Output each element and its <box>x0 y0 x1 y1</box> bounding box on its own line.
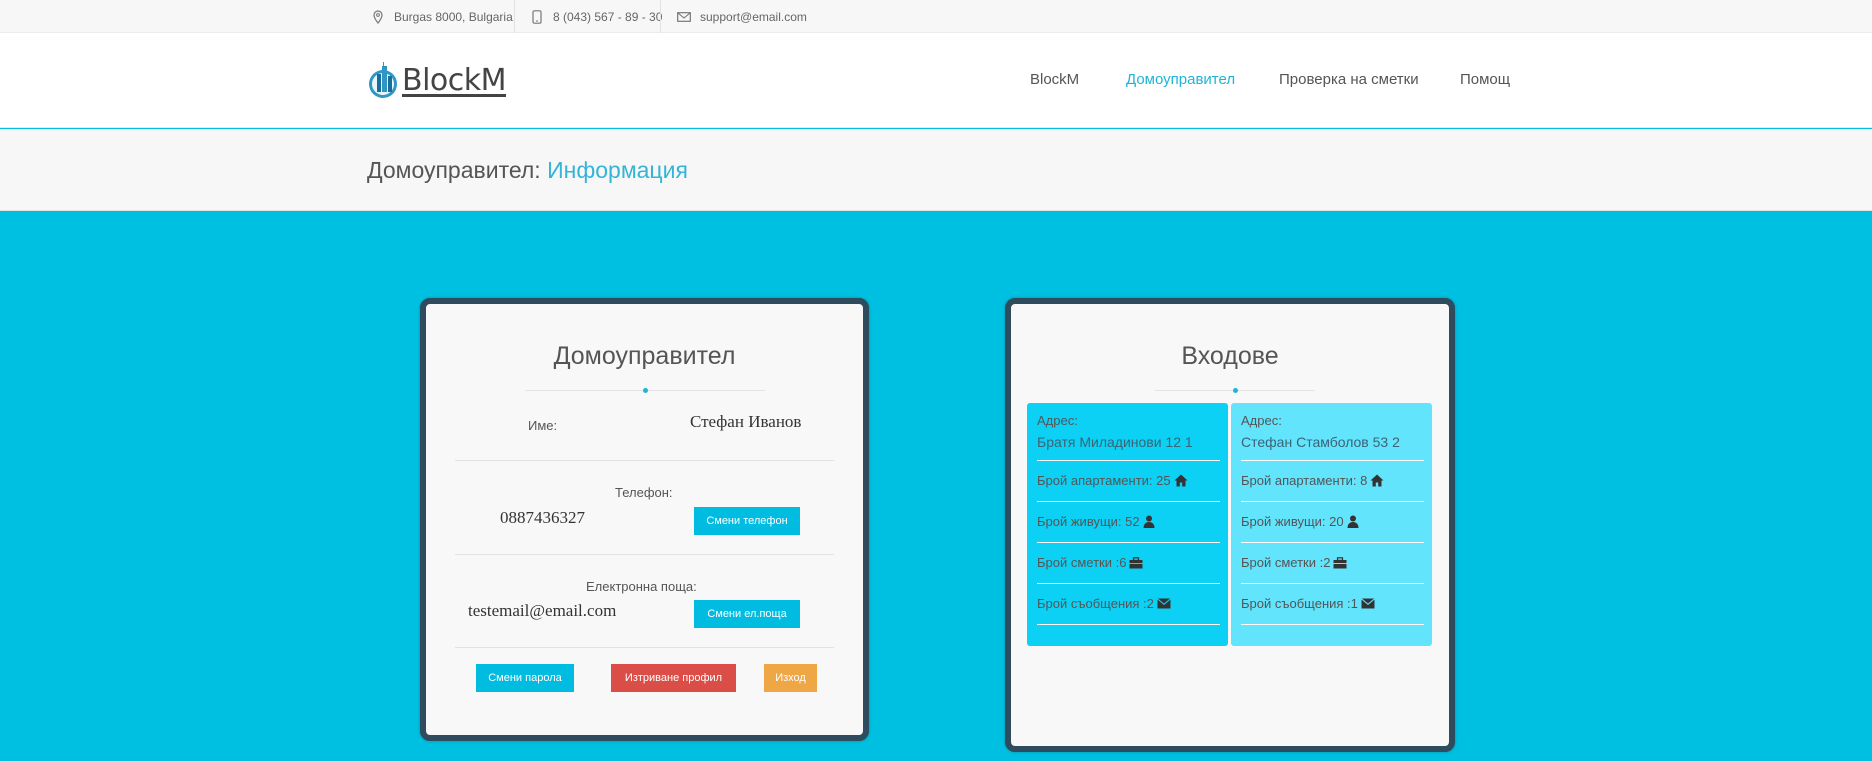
residents-count-text: Брой живущи: 20 <box>1241 514 1344 529</box>
residents-count: Брой живущи: 20 <box>1241 514 1359 529</box>
manager-card: Домоуправител Име: Стефан Иванов Телефон… <box>420 298 869 741</box>
row-divider <box>455 460 834 461</box>
change-phone-button[interactable]: Смени телефон <box>694 507 800 535</box>
logo-icon <box>368 60 400 100</box>
nav-check-bills[interactable]: Проверка на сметки <box>1279 71 1419 88</box>
topbar-email-text[interactable]: support@email.com <box>700 10 807 24</box>
phone-label: Телефон: <box>615 485 673 500</box>
row-divider <box>455 554 834 555</box>
entrance-panel[interactable]: Адрес: Братя Миладинови 12 1 Брой апарта… <box>1027 403 1228 646</box>
topbar-address-text: Burgas 8000, Bulgaria <box>394 9 513 24</box>
name-value: Стефан Иванов <box>690 412 802 431</box>
apartments-count: Брой апартаменти: 8 <box>1241 473 1384 488</box>
entrances-card: Входове Адрес: Братя Миладинови 12 1 Бро… <box>1005 298 1455 752</box>
nav-blockm[interactable]: BlockM <box>1030 71 1079 88</box>
map-marker-icon <box>370 9 386 25</box>
briefcase-icon <box>1129 556 1143 569</box>
page-title: Домоуправител: Информация <box>367 157 688 184</box>
nav-manager[interactable]: Домоуправител <box>1126 71 1235 88</box>
page-title-band: Домоуправител: Информация <box>0 129 1872 211</box>
panel-divider <box>1241 624 1424 625</box>
entrance-address: Стефан Стамболов 53 2 <box>1241 434 1400 450</box>
panel-divider <box>1241 542 1424 543</box>
panel-divider <box>1037 542 1220 543</box>
address-label: Адрес: <box>1037 413 1078 428</box>
messages-count: Брой съобщения :1 <box>1241 596 1375 611</box>
bills-count: Брой сметки :6 <box>1037 555 1143 570</box>
home-icon <box>1370 474 1384 487</box>
messages-count-text: Брой съобщения :1 <box>1241 596 1358 611</box>
bills-count-text: Брой сметки :6 <box>1037 555 1127 570</box>
logo-text[interactable]: BlockM <box>402 63 507 98</box>
email-label: Електронна поща: <box>586 579 697 594</box>
apartments-count-text: Брой апартаменти: 8 <box>1241 473 1368 488</box>
apartments-count: Брой апартаменти: 25 <box>1037 473 1188 488</box>
logout-button[interactable]: Изход <box>764 664 817 692</box>
panel-divider <box>1241 501 1424 502</box>
page-title-section: Домоуправител: <box>367 157 541 183</box>
topbar-email[interactable]: support@email.com <box>676 0 807 33</box>
site-header: BlockM BlockM Домоуправител Проверка на … <box>0 33 1872 128</box>
entrance-panel[interactable]: Адрес: Стефан Стамболов 53 2 Брой апарта… <box>1231 403 1432 646</box>
topbar-divider <box>660 0 661 33</box>
title-divider-dot <box>643 388 648 393</box>
topbar-divider <box>514 0 515 33</box>
title-divider-dot <box>1233 388 1238 393</box>
panel-divider <box>1037 501 1220 502</box>
envelope-icon <box>1361 598 1375 609</box>
apartments-count-text: Брой апартаменти: 25 <box>1037 473 1171 488</box>
panel-divider <box>1241 460 1424 461</box>
manager-card-title: Домоуправител <box>553 342 736 370</box>
delete-profile-button[interactable]: Изтриване профил <box>611 664 736 692</box>
envelope-icon <box>676 9 692 25</box>
messages-count: Брой съобщения :2 <box>1037 596 1171 611</box>
logo-link[interactable]: BlockM <box>368 60 507 100</box>
panel-divider <box>1037 460 1220 461</box>
residents-count: Брой живущи: 52 <box>1037 514 1155 529</box>
user-icon <box>1143 515 1155 528</box>
change-password-button[interactable]: Смени парола <box>476 664 574 692</box>
row-divider <box>455 647 834 648</box>
panel-divider <box>1241 583 1424 584</box>
bills-count: Брой сметки :2 <box>1241 555 1347 570</box>
phone-icon <box>529 9 545 25</box>
name-label: Име: <box>528 418 558 433</box>
change-email-button[interactable]: Смени ел.поща <box>694 600 800 628</box>
topbar-phone: 8 (043) 567 - 89 - 30 <box>529 0 662 33</box>
panel-divider <box>1037 583 1220 584</box>
topbar-phone-text: 8 (043) 567 - 89 - 30 <box>553 9 663 24</box>
entrance-address: Братя Миладинови 12 1 <box>1037 434 1193 450</box>
bills-count-text: Брой сметки :2 <box>1241 555 1331 570</box>
address-label: Адрес: <box>1241 413 1282 428</box>
envelope-icon <box>1157 598 1171 609</box>
email-value: testemail@email.com <box>468 601 617 620</box>
nav-help[interactable]: Помощ <box>1460 71 1510 88</box>
messages-count-text: Брой съобщения :2 <box>1037 596 1154 611</box>
home-icon <box>1174 474 1188 487</box>
user-icon <box>1347 515 1359 528</box>
residents-count-text: Брой живущи: 52 <box>1037 514 1140 529</box>
panel-divider <box>1037 624 1220 625</box>
entrances-card-title: Входове <box>1181 342 1279 370</box>
topbar-address: Burgas 8000, Bulgaria <box>370 0 513 33</box>
page-title-current: Информация <box>547 157 688 183</box>
phone-value: 0887436327 <box>500 508 585 527</box>
top-info-bar: Burgas 8000, Bulgaria 8 (043) 567 - 89 -… <box>0 0 1872 33</box>
briefcase-icon <box>1333 556 1347 569</box>
